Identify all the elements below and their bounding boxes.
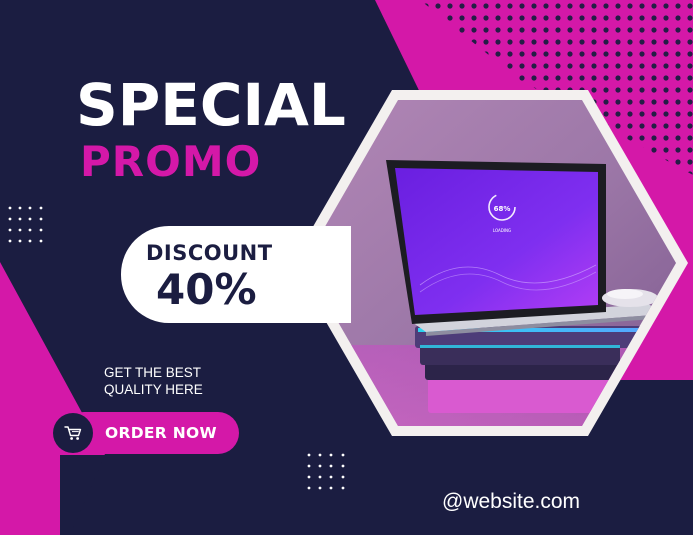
cart-icon-badge[interactable] (53, 413, 93, 453)
screen-loading-percent: 68% (494, 205, 511, 213)
discount-value: 40% (156, 265, 257, 314)
tagline-line-2: QUALITY HERE (104, 382, 203, 397)
dot-grid-bottom (307, 453, 345, 490)
tagline-line-1: GET THE BEST (104, 365, 202, 380)
promo-banner: 68% LOADING SPECIAL PROMO DISCOUNT 40% G… (0, 0, 693, 535)
order-button-label[interactable]: ORDER NOW (105, 412, 217, 454)
dot-grid-left (8, 206, 43, 243)
bottom-left-navy-cut (0, 440, 70, 535)
website-link[interactable]: @website.com (442, 490, 580, 514)
bottom-left-navy-wedge (60, 455, 105, 535)
tagline: GET THE BEST QUALITY HERE (104, 364, 254, 398)
order-now-button[interactable]: ORDER NOW (53, 412, 239, 454)
shopping-cart-icon (64, 426, 82, 440)
promo-subtitle: PROMO (80, 137, 262, 186)
promo-title: SPECIAL (76, 71, 346, 139)
discount-label: DISCOUNT (146, 241, 273, 265)
screen-loading-caption: LOADING (493, 228, 511, 233)
